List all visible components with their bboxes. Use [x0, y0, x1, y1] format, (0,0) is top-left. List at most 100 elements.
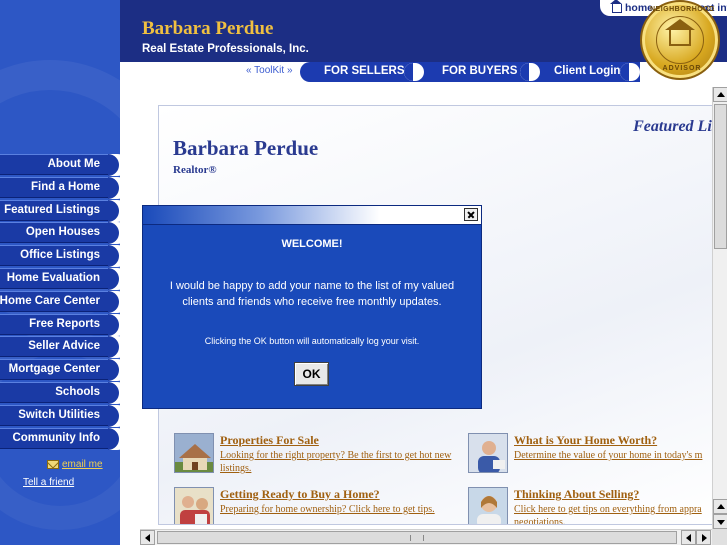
arrow-up-icon: [717, 504, 725, 509]
sidebar-item-mortgage-center[interactable]: Mortgage Center: [0, 359, 120, 382]
dialog-heading: WELCOME!: [281, 238, 343, 250]
email-me-label[interactable]: email me: [62, 459, 103, 470]
sidebar-item-label: Home Care Center: [0, 294, 100, 307]
promo-properties-for-sale[interactable]: Properties For Sale Looking for the righ…: [174, 433, 451, 477]
sidebar-nav: About Me Find a Home Featured Listings O…: [0, 154, 120, 450]
header-agent-name: Barbara Perdue: [142, 18, 274, 39]
woman-photo-icon: [468, 487, 508, 524]
sidebar-item-label: Schools: [55, 385, 100, 398]
tab-client-login[interactable]: Client Login: [540, 62, 640, 82]
scroll-right-button[interactable]: [696, 530, 711, 545]
tell-a-friend-link[interactable]: Tell a friend: [23, 477, 74, 488]
promo-title[interactable]: Properties For Sale: [220, 433, 319, 448]
dialog-message: I would be happy to add your name to the…: [169, 280, 455, 308]
nav-cap-icon: [108, 336, 120, 359]
featured-listings-heading: Featured Lis: [633, 118, 713, 135]
home-icon: [610, 0, 622, 13]
vertical-scrollbar[interactable]: [712, 87, 727, 529]
sidebar-item-label: About Me: [47, 158, 100, 170]
promo-desc[interactable]: Looking for the right property? Be the f…: [220, 449, 452, 475]
horizontal-scroll-thumb[interactable]: [157, 531, 677, 544]
promo-desc[interactable]: Preparing for home ownership? Click here…: [220, 503, 452, 516]
scrollbar-corner: [712, 529, 727, 545]
sidebar-item-about-me[interactable]: About Me: [0, 154, 120, 176]
agent-name: Barbara Perdue: [173, 136, 319, 160]
sidebar-item-label: Find a Home: [30, 180, 100, 193]
scroll-left-button-2[interactable]: [681, 530, 696, 545]
sidebar-item-label: Community Info: [12, 431, 100, 444]
sidebar-item-label: Office Listings: [20, 249, 100, 262]
email-me-link[interactable]: email me: [47, 459, 103, 470]
nav-cap-icon: [108, 222, 120, 245]
sidebar-item-label: Mortgage Center: [8, 363, 100, 376]
agent-title: Realtor®: [173, 164, 217, 176]
scroll-down-button-2[interactable]: [713, 514, 727, 529]
nav-cap-icon: [108, 313, 120, 336]
sidebar-item-community-info[interactable]: Community Info: [0, 427, 120, 450]
nav-cap-icon: [108, 176, 120, 199]
sidebar-item-office-listings[interactable]: Office Listings: [0, 245, 120, 268]
nav-cap-icon: [108, 381, 120, 404]
page-root: About Me Find a Home Featured Listings O…: [0, 0, 727, 545]
sidebar-item-label: Free Reports: [29, 317, 100, 330]
tab-for-sellers[interactable]: FOR SELLERS: [300, 62, 428, 82]
badge-house-icon: [665, 19, 695, 46]
sidebar-item-switch-utilities[interactable]: Switch Utilities: [0, 404, 120, 427]
sidebar-item-free-reports[interactable]: Free Reports: [0, 313, 120, 336]
tab-label: FOR BUYERS: [442, 65, 518, 77]
nav-cap-icon: [108, 359, 120, 382]
nav-cap-icon: [108, 245, 120, 268]
scroll-up-button[interactable]: [713, 87, 727, 102]
promo-home-worth[interactable]: What is Your Home Worth? Determine the v…: [468, 433, 712, 477]
nav-cap-icon: [108, 290, 120, 313]
scroll-left-button[interactable]: [140, 530, 155, 545]
sidebar-item-label: Seller Advice: [28, 340, 100, 353]
sidebar-item-home-evaluation[interactable]: Home Evaluation: [0, 267, 120, 290]
promo-desc[interactable]: Determine the value of your home in toda…: [514, 449, 712, 462]
arrow-left-icon: [145, 534, 150, 542]
promo-ready-to-buy[interactable]: Getting Ready to Buy a Home? Preparing f…: [174, 487, 444, 524]
toolkit-link[interactable]: « ToolKit »: [246, 65, 293, 76]
home-link-label: home: [625, 2, 654, 14]
arrow-right-icon: [702, 534, 707, 542]
house-photo-icon: [174, 433, 214, 473]
sidebar-item-find-a-home[interactable]: Find a Home: [0, 176, 120, 199]
neighborhood-advisor-badge: NEIGHBORHOOD ADVISOR: [640, 0, 720, 80]
arrow-down-icon: [717, 520, 725, 525]
tab-cap-icon: [404, 63, 424, 81]
vertical-scroll-thumb[interactable]: [714, 104, 727, 249]
dialog-note: Clicking the OK button will automaticall…: [204, 336, 420, 346]
badge-bottom-text: ADVISOR: [662, 65, 702, 72]
promo-desc[interactable]: Click here to get tips on everything fro…: [514, 503, 712, 524]
promo-title[interactable]: Getting Ready to Buy a Home?: [220, 487, 380, 502]
sidebar-item-featured-listings[interactable]: Featured Listings: [0, 199, 120, 222]
sidebar-item-home-care-center[interactable]: Home Care Center: [0, 290, 120, 313]
header-company-name: Real Estate Professionals, Inc.: [142, 43, 309, 55]
ok-button[interactable]: OK: [294, 362, 329, 386]
sidebar-item-label: Home Evaluation: [6, 271, 100, 284]
tab-cap-icon: [620, 63, 640, 81]
nav-cap-icon: [108, 154, 120, 176]
welcome-dialog: WELCOME! I would be happy to add your na…: [142, 205, 482, 409]
horizontal-scrollbar[interactable]: [140, 529, 712, 545]
home-link[interactable]: home: [610, 0, 654, 14]
sidebar-item-open-houses[interactable]: Open Houses: [0, 222, 120, 245]
promo-title[interactable]: Thinking About Selling?: [514, 487, 639, 502]
sidebar-item-label: Featured Listings: [4, 203, 100, 216]
sidebar-item-label: Switch Utilities: [18, 408, 100, 421]
scroll-down-button[interactable]: [713, 499, 727, 514]
sidebar-item-label: Open Houses: [25, 226, 100, 239]
tab-for-buyers[interactable]: FOR BUYERS: [428, 62, 540, 82]
arrow-up-icon: [717, 92, 725, 97]
promo-title[interactable]: What is Your Home Worth?: [514, 433, 657, 448]
top-tabs: FOR SELLERS FOR BUYERS Client Login: [300, 62, 640, 82]
arrow-left-icon: [686, 534, 691, 542]
dialog-titlebar: [143, 206, 481, 225]
badge-top-text: NEIGHBORHOOD: [650, 6, 715, 13]
family-photo-icon: [174, 487, 214, 524]
promo-thinking-selling[interactable]: Thinking About Selling? Click here to ge…: [468, 487, 712, 524]
sidebar-item-seller-advice[interactable]: Seller Advice: [0, 336, 120, 359]
close-icon[interactable]: [464, 208, 478, 221]
nav-cap-icon: [108, 199, 120, 222]
sidebar-item-schools[interactable]: Schools: [0, 381, 120, 404]
